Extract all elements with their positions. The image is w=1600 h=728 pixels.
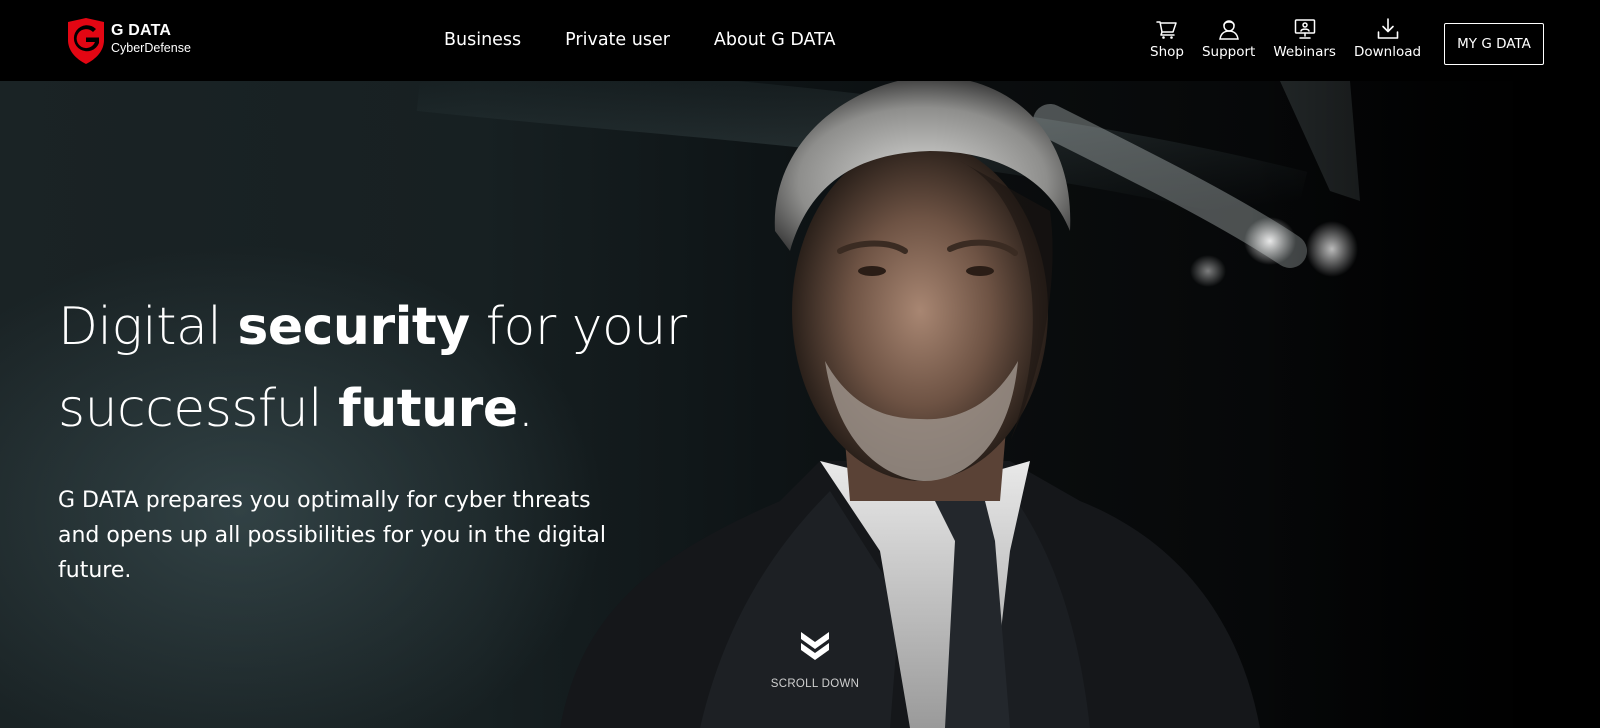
support-label: Support [1201, 44, 1256, 60]
download-link[interactable]: Download [1354, 18, 1421, 60]
hero-headline: Digital security for your successful fut… [58, 286, 698, 450]
hero-section: Digital security for your successful fut… [0, 81, 1600, 728]
download-label: Download [1353, 44, 1422, 60]
page: G DATA CyberDefense Business Private use… [0, 0, 1600, 728]
download-icon [1377, 18, 1398, 39]
site-header: G DATA CyberDefense Business Private use… [0, 0, 1600, 81]
nav-business[interactable]: Business [444, 30, 521, 50]
headline-text-1: Digital [58, 297, 238, 357]
webinar-presentation-icon [1294, 19, 1315, 39]
cart-icon [1156, 21, 1177, 39]
hero-subtext: G DATA prepares you optimally for cyber … [58, 488, 607, 583]
headline-bold-security: security [237, 297, 470, 357]
scroll-down-button[interactable]: SCROLL DOWN [760, 629, 870, 690]
headline-text-3: . [517, 379, 535, 439]
gdata-shield-icon [68, 18, 104, 64]
logo-text: G DATA CyberDefense [111, 23, 191, 55]
webinars-label: Webinars [1273, 44, 1336, 60]
main-nav: Business Private user About G DATA [444, 30, 835, 50]
nav-about-gdata[interactable]: About G DATA [714, 30, 836, 50]
shop-link[interactable]: Shop [1150, 18, 1184, 60]
headline-bold-future: future [338, 379, 518, 439]
my-gdata-button[interactable]: MY G DATA [1444, 23, 1544, 65]
logo-tagline: CyberDefense [111, 41, 191, 55]
shop-label: Shop [1150, 44, 1184, 60]
nav-private-user[interactable]: Private user [565, 30, 670, 50]
gdata-logo[interactable]: G DATA CyberDefense [66, 18, 191, 64]
support-user-icon [1218, 20, 1239, 40]
double-chevron-down-icon [801, 632, 829, 660]
webinars-link[interactable]: Webinars [1273, 18, 1336, 60]
scroll-down-label: SCROLL DOWN [770, 678, 860, 690]
support-link[interactable]: Support [1202, 18, 1255, 60]
logo-name: G DATA [111, 22, 172, 39]
utility-nav: Shop Support Webinars Download [1150, 18, 1421, 60]
